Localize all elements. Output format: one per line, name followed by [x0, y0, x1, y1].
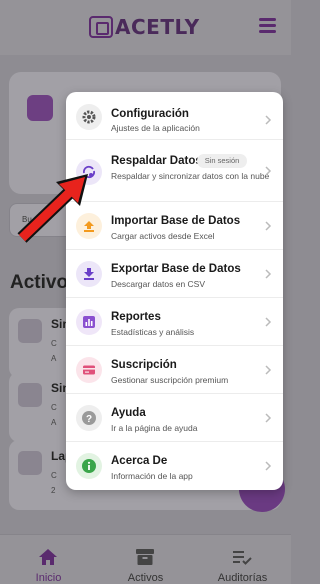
download-icon [76, 261, 102, 287]
menu-item-subtitle: Cargar activos desde Excel [111, 231, 215, 241]
menu-item-subtitle: Información de la app [111, 471, 193, 481]
menu-item-title: Suscripción [111, 359, 177, 371]
list-item-meta: A [51, 354, 57, 363]
options-menu: Configuración Ajustes de la aplicación R… [66, 92, 283, 490]
chevron-right-icon [265, 115, 272, 125]
red-arrow-annotation [17, 174, 88, 243]
list-item-meta: 2 [51, 486, 56, 495]
chevron-right-icon [265, 413, 272, 423]
menu-item-subtitle: Respaldar y sincronizar datos con la nub… [111, 171, 270, 181]
status-badge: Sin sesión [197, 154, 247, 168]
chevron-right-icon [265, 317, 272, 327]
nav-label: Activos [127, 572, 164, 584]
menu-item-title: Configuración [111, 108, 189, 120]
archive-icon [27, 95, 53, 121]
menu-item-title: Reportes [111, 311, 161, 323]
help-icon: ? [76, 405, 102, 431]
checklist-icon [233, 551, 252, 565]
menu-item-configuracion[interactable]: Configuración Ajustes de la aplicación [66, 92, 283, 140]
list-item-meta: A [51, 418, 57, 427]
nav-item-auditorias[interactable]: Auditorías [194, 535, 291, 584]
menu-item-acerca-de[interactable]: Acerca De Información de la app [66, 442, 283, 490]
app-name: ACETLY [115, 15, 200, 39]
home-icon [39, 549, 57, 565]
menu-item-title: Ayuda [111, 407, 146, 419]
chevron-right-icon [265, 269, 272, 279]
logo-icon [89, 16, 113, 38]
menu-item-exportar[interactable]: Exportar Base de Datos Descargar datos e… [66, 250, 283, 298]
chevron-right-icon [265, 461, 272, 471]
menu-item-subtitle: Gestionar suscripción premium [111, 375, 229, 385]
hamburger-menu-icon[interactable] [259, 18, 276, 36]
menu-item-ayuda[interactable]: ? Ayuda Ir a la página de ayuda [66, 394, 283, 442]
menu-item-title: Exportar Base de Datos [111, 263, 241, 275]
chevron-right-icon [265, 221, 272, 231]
list-item-location: C [51, 403, 57, 412]
bottom-navigation: Inicio Activos Auditorías [0, 534, 291, 584]
chevron-right-icon [265, 166, 272, 176]
app-header: ACETLY [0, 0, 291, 55]
menu-item-suscripcion[interactable]: Suscripción Gestionar suscripción premiu… [66, 346, 283, 394]
nav-label: Inicio [35, 572, 62, 584]
menu-item-subtitle: Ir a la página de ayuda [111, 423, 198, 433]
chart-icon [76, 309, 102, 335]
nav-label: Auditorías [217, 572, 268, 584]
app-logo: ACETLY [89, 15, 200, 39]
menu-item-reportes[interactable]: Reportes Estadísticas y análisis [66, 298, 283, 346]
card-icon [76, 357, 102, 383]
list-item-location: C [51, 471, 57, 480]
info-icon [76, 453, 102, 479]
menu-item-title: Importar Base de Datos [111, 215, 241, 227]
archive-icon [18, 383, 42, 407]
list-item-location: C [51, 339, 57, 348]
svg-text:?: ? [86, 414, 92, 425]
gear-icon [76, 104, 102, 130]
menu-item-subtitle: Descargar datos en CSV [111, 279, 206, 289]
menu-item-title: Respaldar Datos [111, 155, 202, 167]
menu-item-subtitle: Estadísticas y análisis [111, 327, 195, 337]
chevron-right-icon [265, 365, 272, 375]
archive-icon [18, 319, 42, 343]
nav-item-activos[interactable]: Activos [97, 535, 194, 584]
nav-item-inicio[interactable]: Inicio [0, 535, 97, 584]
archive-icon [136, 549, 154, 565]
menu-item-title: Acerca De [111, 455, 168, 467]
menu-item-subtitle: Ajustes de la aplicación [111, 123, 200, 133]
archive-icon [18, 451, 42, 475]
